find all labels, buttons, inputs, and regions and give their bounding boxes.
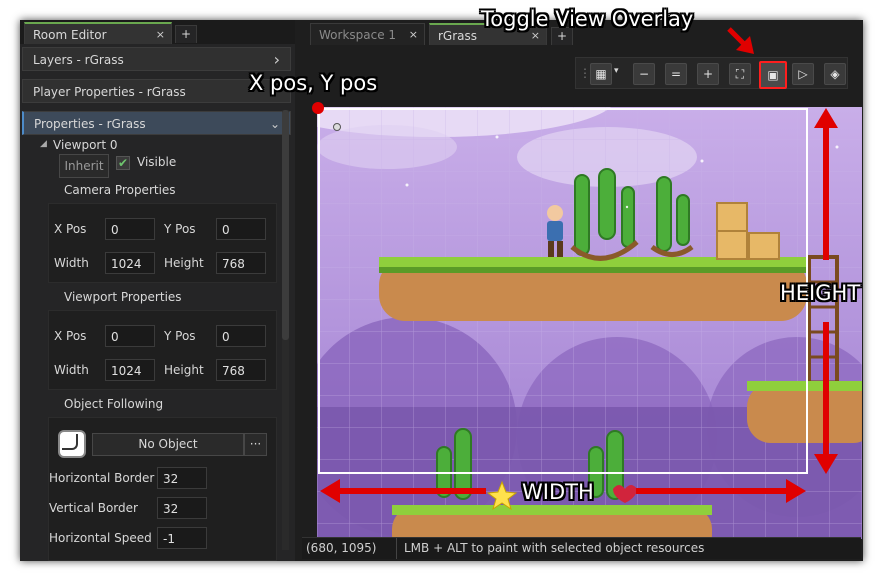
xy-pos-marker [312, 102, 324, 114]
annotation-arrows [312, 27, 838, 503]
annotation-xy-pos: X pos, Y pos [249, 71, 378, 95]
toggle-overlay-arrow [727, 27, 754, 54]
annotation-width: WIDTH [522, 480, 594, 504]
annotation-toggle-view-overlay: Toggle View Overlay [481, 7, 694, 31]
annotation-height: HEIGHT [780, 281, 861, 305]
